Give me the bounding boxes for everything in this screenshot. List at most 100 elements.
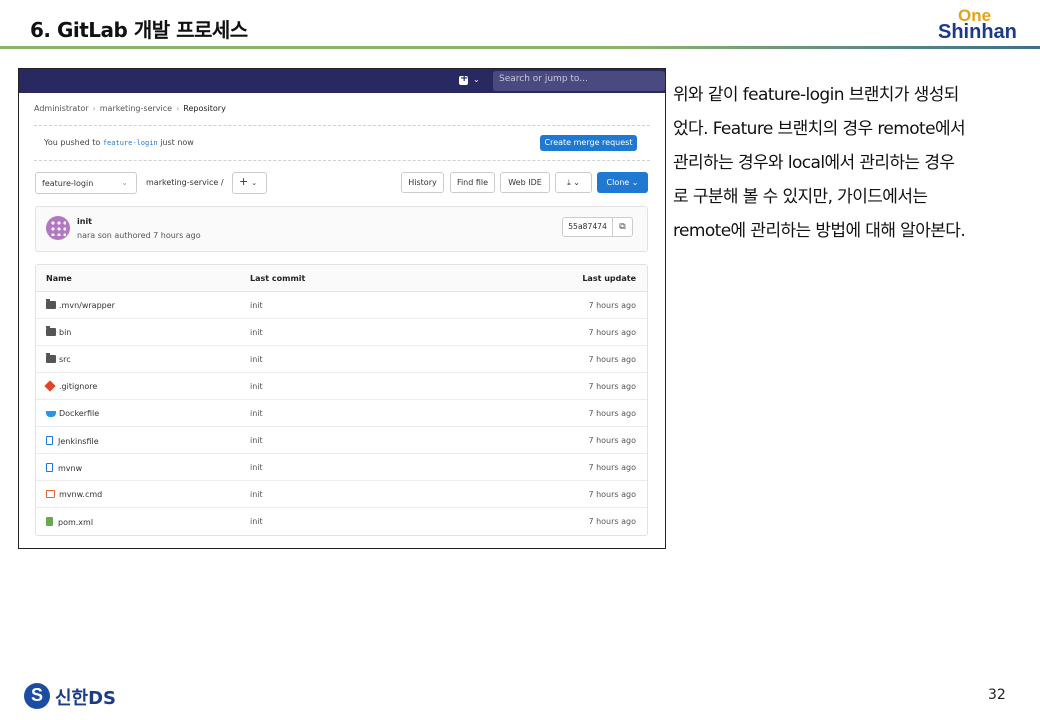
docker-icon [46,411,56,417]
last-update-time: 7 hours ago [588,328,636,337]
table-row[interactable]: .mvn/wrapper init 7 hours ago [36,292,647,319]
terminal-file-icon [46,490,55,498]
last-update-time: 7 hours ago [588,382,636,391]
table-row[interactable]: pom.xml init 7 hours ago [36,508,647,535]
last-update-time: 7 hours ago [588,436,636,445]
table-row[interactable]: mvnw init 7 hours ago [36,454,647,481]
add-file-button[interactable]: + ⌄ [232,172,267,194]
last-commit-message[interactable]: init [250,517,263,526]
push-prefix: You pushed to [44,138,101,147]
plus-icon: + [239,175,249,188]
web-ide-button[interactable]: Web IDE [500,172,550,193]
path-separator: / [220,178,224,187]
path-project[interactable]: marketing-service [146,178,218,187]
file-icon [46,463,53,472]
description-line: 관리하는 경우와 local에서 관리하는 경우 [673,153,955,173]
push-notification: You pushed to feature-login just now [44,138,194,147]
column-header-name: Name [46,274,72,283]
history-button[interactable]: History [401,172,444,193]
divider [34,160,650,161]
file-name[interactable]: bin [59,328,71,337]
push-suffix: just now [160,138,194,147]
branch-name: feature-login [42,179,94,188]
clone-button[interactable]: Clone ⌄ [597,172,648,193]
file-name[interactable]: mvnw.cmd [59,490,102,499]
footer-brand: 신한DS [55,688,117,709]
breadcrumb-item-project[interactable]: marketing-service [100,104,172,113]
download-icon: ⤓ [567,178,571,187]
commit-meta: nara son authored 7 hours ago [77,231,201,240]
search-input[interactable]: Search or jump to... [493,71,665,91]
file-name[interactable]: .mvn/wrapper [59,301,115,310]
table-row[interactable]: Dockerfile init 7 hours ago [36,400,647,427]
table-header: Name Last commit Last update [36,265,647,292]
file-icon [46,436,53,445]
file-name[interactable]: Jenkinsfile [58,437,99,446]
description-line: remote에 관리하는 방법에 대해 알아본다. [673,221,966,241]
last-commit-message[interactable]: init [250,355,263,364]
description-line: 로 구분해 볼 수 있지만, 가이드에서는 [673,187,928,207]
xml-file-icon [46,517,53,526]
breadcrumb-item-repository[interactable]: Repository [183,104,226,113]
copy-icon[interactable]: ⧉ [613,217,633,237]
last-commit-message[interactable]: init [250,490,263,499]
git-icon [44,380,56,392]
chevron-down-icon: ⌄ [251,179,258,187]
column-header-last-update: Last update [582,274,636,283]
find-file-button[interactable]: Find file [450,172,495,193]
last-commit-message[interactable]: init [250,328,263,337]
folder-icon [46,299,56,309]
slide-title: 6. GitLab 개발 프로세스 [30,18,248,42]
table-row[interactable]: bin init 7 hours ago [36,319,647,346]
last-commit-message[interactable]: init [250,301,263,310]
chevron-down-icon: ⌄ [121,178,128,187]
avatar[interactable] [46,216,70,240]
chevron-down-icon: ⌄ [631,178,639,187]
last-update-time: 7 hours ago [588,490,636,499]
divider [34,125,650,126]
description-line: 위와 같이 feature-login 브랜치가 생성되 [673,85,959,105]
breadcrumb-separator-icon: › [92,104,96,113]
gitlab-topbar: ⌄ Search or jump to... [19,69,665,93]
last-commit-panel: init nara son authored 7 hours ago 55a87… [35,206,648,252]
clone-label: Clone [606,178,630,187]
commit-sha[interactable]: 55a87474 [562,217,613,237]
last-commit-message[interactable]: init [250,382,263,391]
file-name[interactable]: pom.xml [58,518,93,527]
commit-title[interactable]: init [77,217,92,226]
last-update-time: 7 hours ago [588,355,636,364]
last-commit-message[interactable]: init [250,409,263,418]
file-name[interactable]: src [59,355,71,364]
table-row[interactable]: src init 7 hours ago [36,346,647,373]
file-name[interactable]: Dockerfile [59,409,99,418]
pushed-branch-link[interactable]: feature-login [103,139,158,147]
folder-icon [46,326,56,336]
header-divider [0,46,1040,49]
branch-selector[interactable]: feature-login ⌄ [35,172,137,194]
gitlab-screenshot: ⌄ Search or jump to... Administrator› mar… [18,68,666,549]
repository-path: marketing-service / [146,178,224,187]
breadcrumb: Administrator › marketing-service › Reposito… [34,104,226,113]
download-button[interactable]: ⤓ ⌄ [555,172,592,193]
last-commit-message[interactable]: init [250,463,263,472]
chevron-down-icon: ⌄ [573,178,580,187]
description-line: 었다. Feature 브랜치의 경우 remote에서 [673,119,966,139]
last-update-time: 7 hours ago [588,517,636,526]
breadcrumb-item-administrator[interactable]: Administrator [34,104,89,113]
new-item-icon[interactable] [459,73,468,85]
slide-description: 위와 같이 feature-login 브랜치가 생성되 었다. Feature… [673,78,1033,248]
file-name[interactable]: .gitignore [59,382,97,391]
file-name[interactable]: mvnw [58,464,82,473]
page-number: 32 [988,687,1006,703]
table-row[interactable]: .gitignore init 7 hours ago [36,373,647,400]
last-update-time: 7 hours ago [588,463,636,472]
column-header-last-commit: Last commit [250,274,306,283]
create-merge-request-button[interactable]: Create merge request [540,135,637,151]
last-update-time: 7 hours ago [588,301,636,310]
folder-icon [46,353,56,363]
file-tree-table: Name Last commit Last update .mvn/wrappe… [35,264,648,536]
table-row[interactable]: Jenkinsfile init 7 hours ago [36,427,647,454]
table-row[interactable]: mvnw.cmd init 7 hours ago [36,481,647,508]
chevron-down-icon[interactable]: ⌄ [473,75,480,84]
last-commit-message[interactable]: init [250,436,263,445]
